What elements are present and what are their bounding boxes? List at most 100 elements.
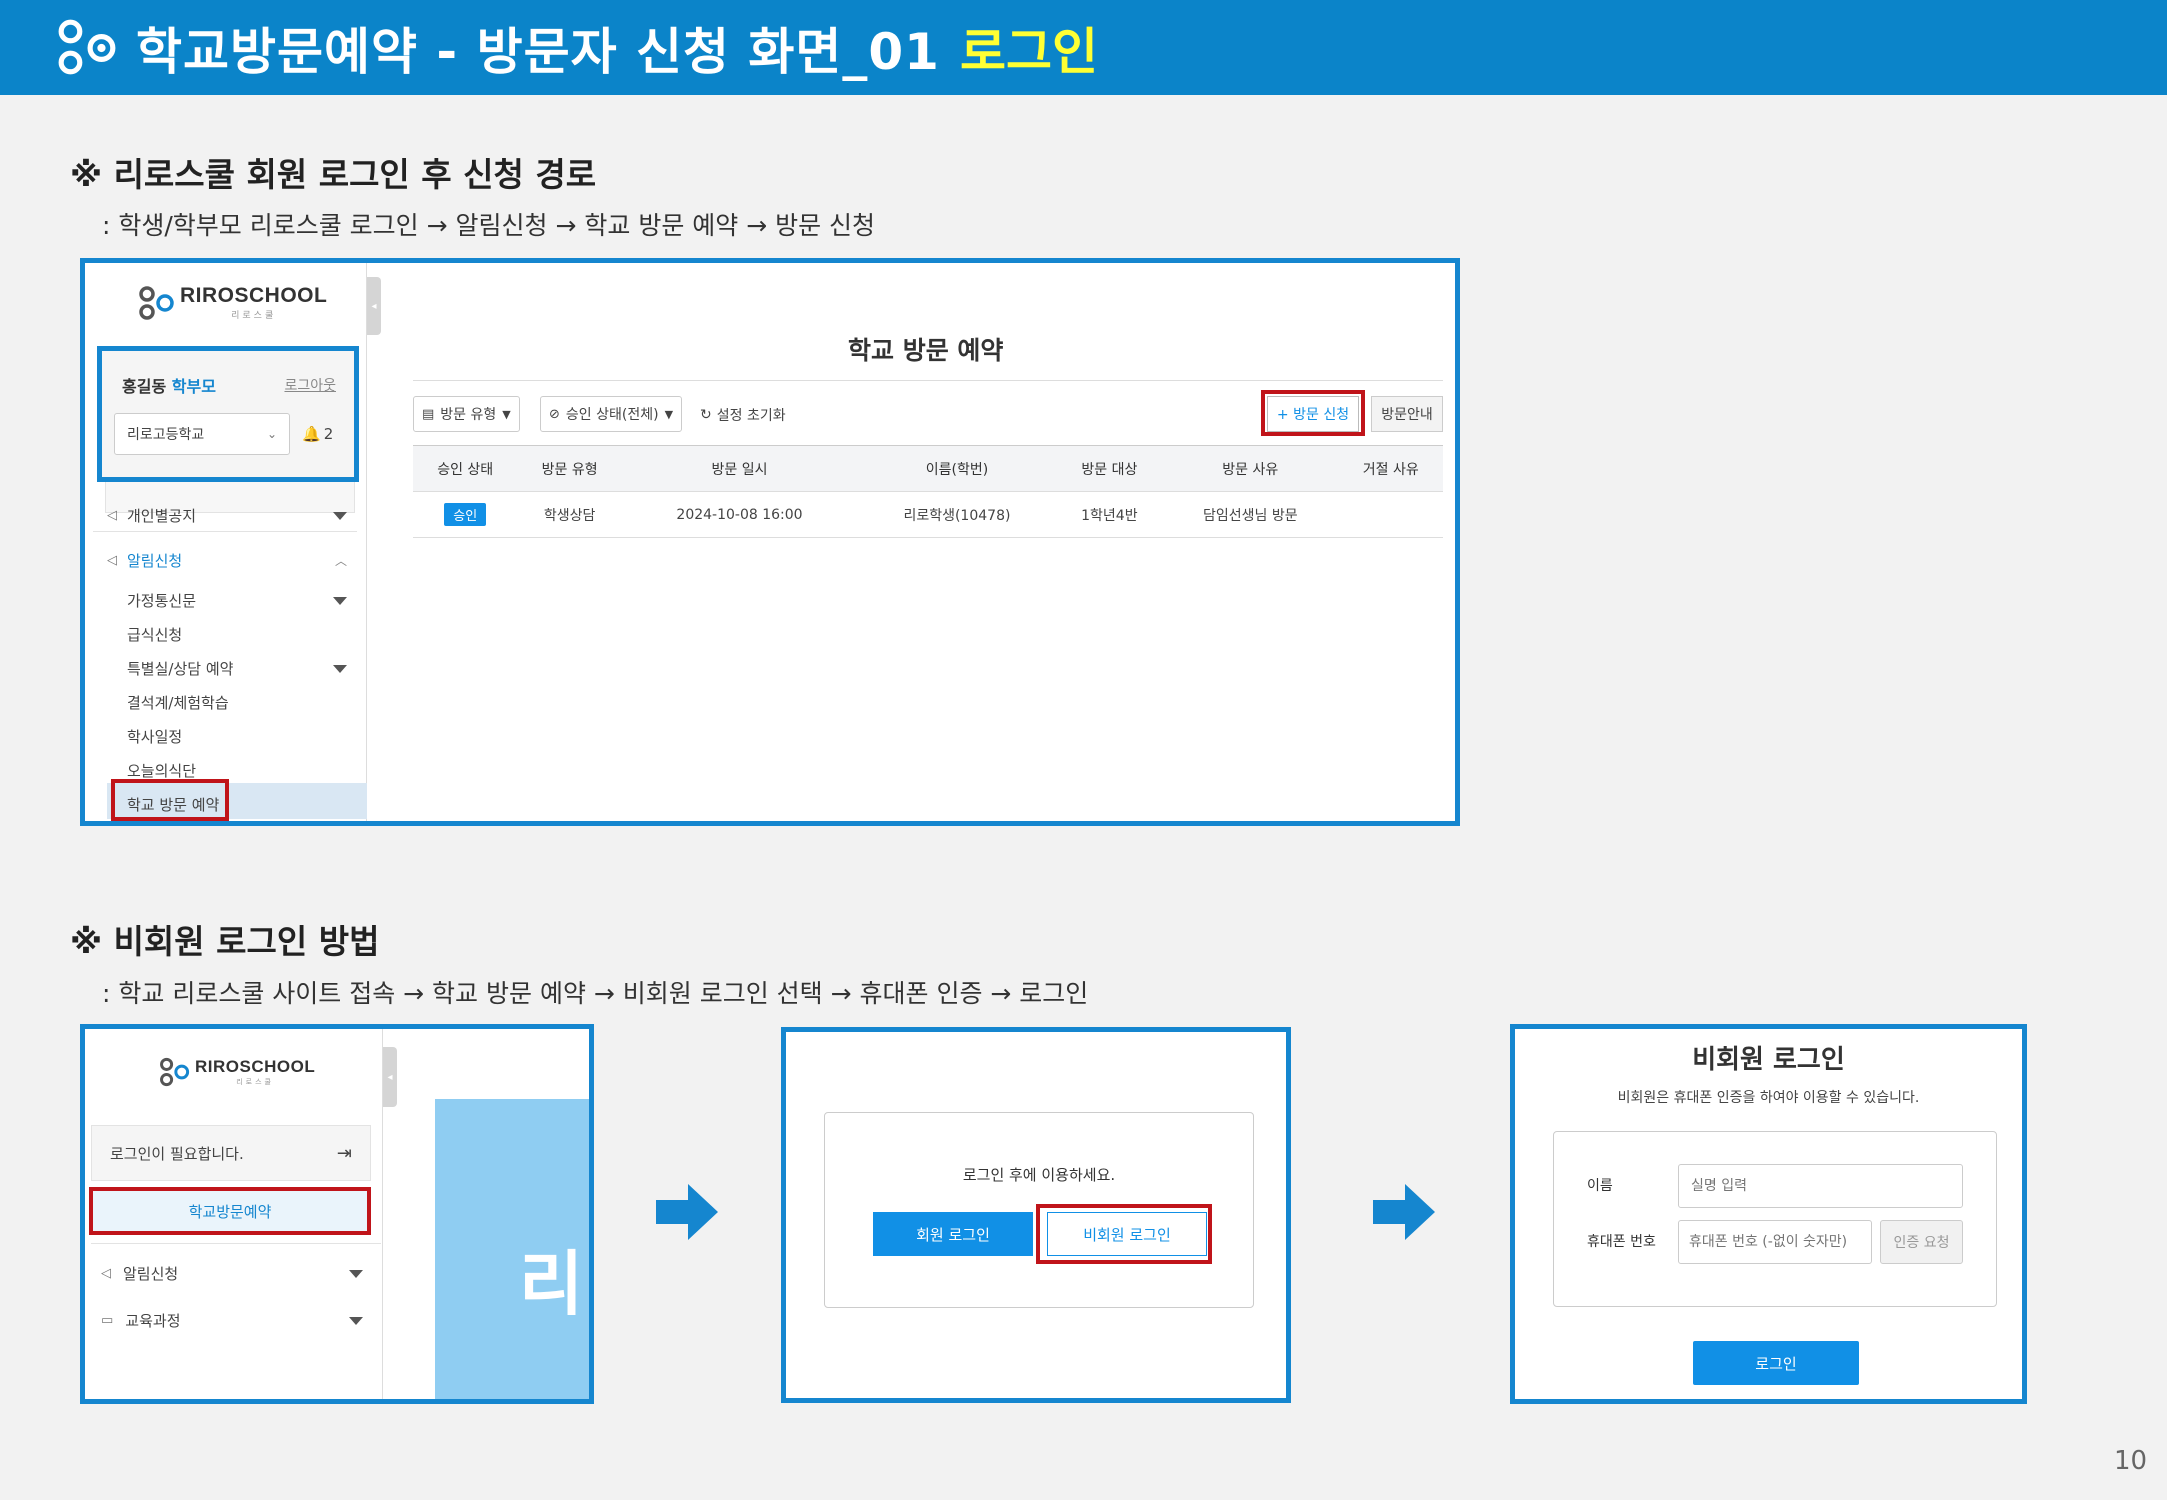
logo-subtext: 리로스쿨 (236, 1077, 274, 1086)
reset-settings-button[interactable]: ↻ 설정 초기화 (700, 405, 786, 425)
header-bar: 학교방문예약 - 방문자 신청 화면_01 로그인 (0, 0, 2167, 95)
menu-alert-apply[interactable]: ◁ 알림신청 ︿ (107, 550, 347, 571)
logout-link[interactable]: 로그아웃 (284, 375, 336, 395)
banner-image: 리 (435, 1099, 589, 1399)
user-role: 학부모 (171, 377, 216, 396)
submenu-item[interactable]: 학사일정 (127, 726, 182, 747)
visit-guide-button[interactable]: 방문안내 (1371, 396, 1443, 432)
filter-label: 방문 유형 (440, 407, 497, 423)
table-cell-status: 승인 (413, 491, 518, 538)
bell-count: 2 (323, 425, 334, 443)
name-input[interactable] (1678, 1164, 1963, 1208)
member-screen: ◂ RIROSCHOOL 리로스쿨 홍길동 학부모 로그아웃 리로고등학교 ⌄ … (80, 258, 1460, 826)
notification-bell[interactable]: 🔔 2 (302, 425, 333, 443)
submenu-item[interactable]: 특별실/상담 예약 (127, 658, 347, 679)
riroschool-logo-icon (58, 19, 116, 74)
highlight-marker (1261, 390, 1365, 436)
table-cell: 담임선생님 방문 (1162, 491, 1339, 538)
chevron-down-icon (333, 664, 347, 673)
caret-down-icon: ▼ (664, 407, 674, 421)
login-button[interactable]: 로그인 (1693, 1341, 1859, 1385)
approval-status-filter[interactable]: ⊘ 승인 상태(전체) ▼ (540, 396, 683, 432)
table-cell (1338, 491, 1443, 538)
page-title-highlight: 로그인 (959, 22, 1098, 81)
section2-path: : 학교 리로스쿨 사이트 접속 → 학교 방문 예약 → 비회원 로그인 선택… (102, 979, 1089, 1008)
filter-label: 승인 상태(전체) (565, 407, 659, 423)
divider (93, 531, 357, 532)
submenu-item[interactable]: 가정통신문 (127, 590, 347, 611)
menu-label: 알림신청 (127, 552, 183, 570)
menu-curriculum[interactable]: ▭ 교육과정 (101, 1310, 363, 1331)
sidebar-collapse-handle[interactable]: ◂ (367, 277, 381, 335)
menu-personal-notice[interactable]: ◁ 개인별공지 (107, 505, 347, 526)
table-cell: 1학년4반 (1056, 491, 1163, 538)
menu-label: 알림신청 (123, 1265, 179, 1283)
refresh-icon: ↻ (700, 407, 712, 423)
name-label: 이름 (1587, 1178, 1613, 1194)
highlight-marker (111, 779, 229, 821)
column-header: 방문 일시 (621, 445, 858, 492)
submenu-item[interactable]: 오늘의식단 (127, 760, 196, 781)
member-login-button[interactable]: 회원 로그인 (873, 1212, 1033, 1256)
table-cell: 리로학생(10478) (857, 491, 1057, 538)
chevron-down-icon (349, 1316, 363, 1325)
table-cell: 2024-10-08 16:00 (621, 491, 858, 538)
logo-subtext: 리로스쿨 (231, 311, 277, 321)
login-required-text: 로그인이 필요합니다. (110, 1144, 244, 1163)
calendar-icon: ▭ (101, 1313, 114, 1328)
menu-label: 교육과정 (125, 1312, 181, 1330)
user-card-highlight: 홍길동 학부모 로그아웃 리로고등학교 ⌄ 🔔 2 (97, 346, 359, 482)
school-select[interactable]: 리로고등학교 ⌄ (114, 413, 290, 455)
user-name: 홍길동 (122, 377, 167, 396)
menu-label: 개인별공지 (127, 507, 197, 525)
bell-icon: 🔔 (302, 425, 321, 443)
guest-login-screen: 비회원 로그인 비회원은 휴대폰 인증을 하여야 이용할 수 있습니다. 이름 … (1510, 1024, 2027, 1404)
banner-text: 리 (519, 1243, 584, 1325)
sidebar-collapse-handle[interactable]: ◂ (383, 1047, 397, 1107)
phone-label: 휴대폰 번호 (1587, 1234, 1656, 1250)
logo-text: RIROSCHOOL (180, 284, 328, 307)
logo-text: RIROSCHOOL (195, 1056, 316, 1076)
submenu-label: 학사일정 (127, 728, 183, 746)
chevron-down-icon (333, 511, 347, 520)
table-cell: 학생상담 (517, 491, 622, 538)
login-message: 로그인 후에 이용하세요. (962, 1166, 1116, 1184)
caret-down-icon: ▼ (502, 407, 511, 421)
submenu-item[interactable]: 급식신청 (127, 624, 182, 645)
guest-sidebar-screen: ◂ RIROSCHOOL 리로스쿨 로그인이 필요합니다. ⇥ 학교방문예약 ◁… (80, 1024, 594, 1404)
riroschool-logo-icon (160, 1057, 190, 1087)
menu-alert-apply[interactable]: ◁ 알림신청 (101, 1263, 363, 1284)
guest-login-form (1553, 1131, 1997, 1307)
phone-input[interactable] (1678, 1220, 1872, 1264)
content-title: 학교 방문 예약 (848, 336, 1004, 365)
status-badge: 승인 (444, 503, 487, 526)
table-row[interactable]: 승인 학생상담 2024-10-08 16:00 리로학생(10478) 1학년… (413, 491, 1443, 538)
filter-off-icon: ⊘ (549, 406, 560, 422)
speaker-icon: ◁ (101, 1266, 111, 1281)
login-required-box[interactable]: 로그인이 필요합니다. ⇥ (91, 1125, 371, 1181)
chevron-down-icon (333, 596, 347, 605)
verify-request-button[interactable]: 인증 요청 (1880, 1220, 1963, 1264)
chevron-down-icon (349, 1269, 363, 1278)
visit-table: 승인 상태 방문 유형 방문 일시 이름(학번) 방문 대상 방문 사유 거절 … (413, 445, 1443, 538)
column-header: 승인 상태 (413, 445, 518, 492)
page-title: 학교방문예약 - 방문자 신청 화면_01 (136, 22, 940, 81)
page-number: 10 (2114, 1446, 2148, 1476)
submenu-label: 특별실/상담 예약 (127, 660, 234, 678)
school-select-value: 리로고등학교 (127, 427, 205, 443)
riroschool-logo-icon (139, 286, 174, 320)
document-icon: ▤ (422, 406, 435, 422)
divider (413, 380, 1443, 381)
column-header: 방문 사유 (1162, 445, 1339, 492)
table-header-row: 승인 상태 방문 유형 방문 일시 이름(학번) 방문 대상 방문 사유 거절 … (413, 445, 1443, 492)
submenu-label: 결석계/체험학습 (127, 694, 229, 712)
column-header: 방문 유형 (517, 445, 622, 492)
login-icon: ⇥ (336, 1142, 352, 1164)
riroschool-logo[interactable]: RIROSCHOOL 리로스쿨 (138, 285, 327, 321)
section2-title: ※ 비회원 로그인 방법 (70, 922, 380, 961)
column-header: 거절 사유 (1338, 445, 1443, 492)
visit-type-filter[interactable]: ▤ 방문 유형 ▼ (413, 396, 520, 432)
submenu-item[interactable]: 결석계/체험학습 (127, 692, 229, 713)
section1-title: ※ 리로스쿨 회원 로그인 후 신청 경로 (70, 155, 597, 194)
riroschool-logo[interactable]: RIROSCHOOL 리로스쿨 (159, 1056, 315, 1088)
